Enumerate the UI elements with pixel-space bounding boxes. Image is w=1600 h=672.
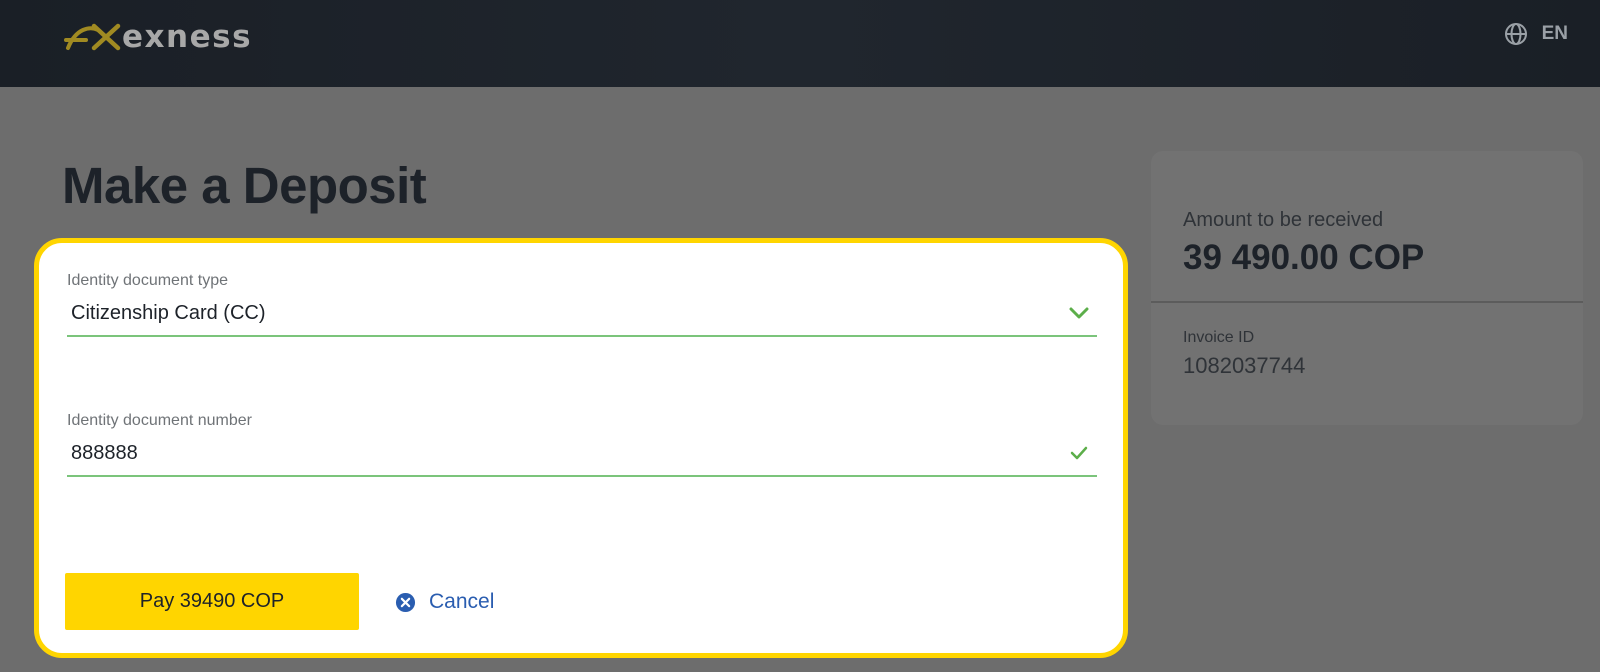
exness-logo-mark-icon <box>64 23 121 51</box>
amount-value: 39 490.00 COP <box>1183 238 1425 277</box>
document-type-select[interactable]: Citizenship Card (CC) <box>67 291 1097 337</box>
document-type-value: Citizenship Card (CC) <box>71 302 266 324</box>
brand-name: exness <box>122 19 253 55</box>
invoice-label: Invoice ID <box>1183 329 1255 346</box>
page-title: Make a Deposit <box>62 157 427 214</box>
deposit-form: Identity document type Citizenship Card … <box>34 238 1128 658</box>
document-number-label: Identity document number <box>67 412 252 429</box>
cancel-button[interactable]: Cancel <box>395 589 494 615</box>
top-header: exness EN <box>0 0 1600 87</box>
language-selector[interactable]: EN <box>1504 22 1568 46</box>
cancel-label: Cancel <box>429 590 495 613</box>
document-number-value: 888888 <box>71 442 138 464</box>
document-type-label: Identity document type <box>67 272 228 289</box>
exness-logo[interactable]: exness <box>64 19 253 55</box>
document-number-input[interactable]: 888888 <box>67 431 1097 477</box>
summary-divider <box>1151 301 1583 303</box>
language-label: EN <box>1541 23 1568 44</box>
chevron-down-icon <box>1069 307 1089 319</box>
globe-icon <box>1504 23 1527 45</box>
close-circle-icon <box>395 592 416 612</box>
payment-summary: Amount to be received 39 490.00 COP Invo… <box>1151 151 1583 425</box>
document-number-field: Identity document number 888888 <box>67 411 1097 477</box>
document-type-field: Identity document type Citizenship Card … <box>67 271 1097 337</box>
amount-label: Amount to be received <box>1183 209 1384 231</box>
checkmark-icon <box>1070 446 1088 460</box>
pay-button[interactable]: Pay 39490 COP <box>65 573 359 630</box>
invoice-value: 1082037744 <box>1183 353 1306 378</box>
